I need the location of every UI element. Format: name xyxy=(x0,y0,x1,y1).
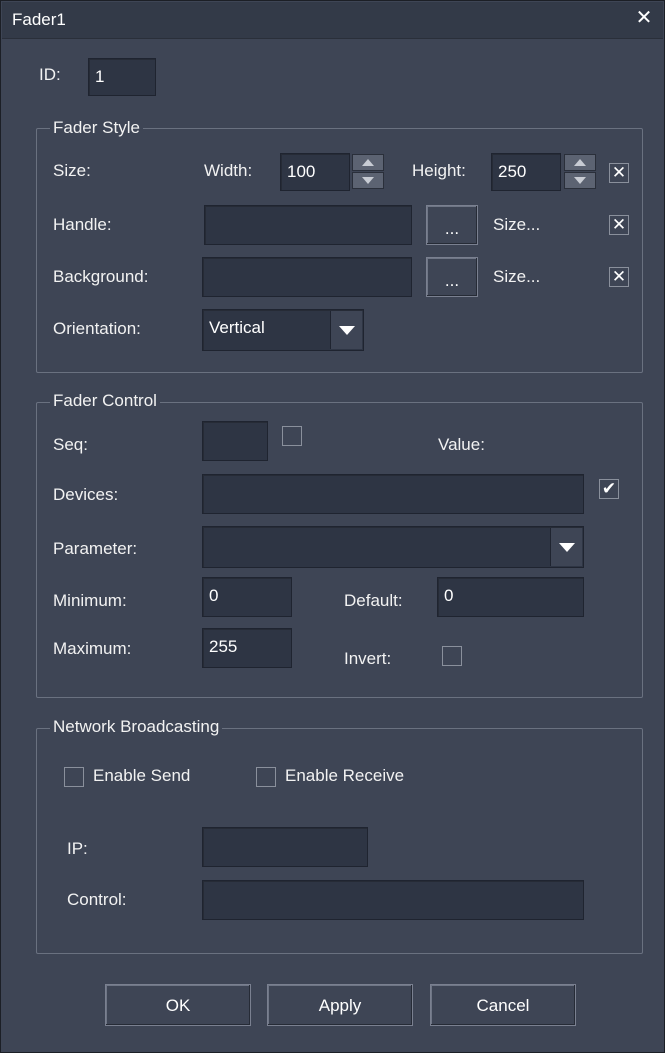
height-spinner[interactable] xyxy=(564,154,596,190)
background-size-link[interactable]: Size... xyxy=(493,267,540,287)
minimum-label: Minimum: xyxy=(53,591,127,610)
apply-button[interactable]: Apply xyxy=(267,984,413,1026)
width-field[interactable]: 100 xyxy=(280,153,350,191)
fader-control-legend: Fader Control xyxy=(50,391,160,411)
control-field[interactable] xyxy=(202,880,584,920)
ok-button[interactable]: OK xyxy=(105,984,251,1026)
handle-browse-button[interactable]: ... xyxy=(426,205,478,245)
background-label: Background: xyxy=(53,267,149,286)
invert-checkbox[interactable] xyxy=(442,646,462,666)
seq-field[interactable] xyxy=(202,421,268,461)
devices-checkbox[interactable]: ✔ xyxy=(599,479,619,499)
devices-label: Devices: xyxy=(53,485,119,504)
chevron-down-icon[interactable] xyxy=(330,311,362,349)
ip-field[interactable] xyxy=(202,827,368,867)
fader-style-legend: Fader Style xyxy=(50,118,143,138)
dialog-window: Fader1 ✕ ID: 1 Fader Style Size: Width: … xyxy=(0,0,665,1053)
enable-send-label[interactable]: Enable Send xyxy=(93,766,190,786)
parameter-select[interactable] xyxy=(202,526,584,568)
spin-up-icon[interactable] xyxy=(564,154,596,171)
handle-checkbox[interactable]: ✕ xyxy=(609,215,629,235)
size-label: Size: xyxy=(53,161,91,180)
handle-size-link[interactable]: Size... xyxy=(493,215,540,235)
network-broadcasting-legend: Network Broadcasting xyxy=(50,717,223,737)
seq-checkbox[interactable] xyxy=(282,426,302,446)
invert-label: Invert: xyxy=(344,649,392,668)
enable-receive-checkbox[interactable] xyxy=(256,767,276,787)
enable-receive-label[interactable]: Enable Receive xyxy=(285,766,404,786)
height-label: Height: xyxy=(412,161,466,180)
default-field[interactable]: 0 xyxy=(437,577,584,617)
size-checkbox[interactable]: ✕ xyxy=(609,163,629,183)
background-checkbox[interactable]: ✕ xyxy=(609,267,629,287)
width-spinner[interactable] xyxy=(352,154,384,190)
spin-up-icon[interactable] xyxy=(352,154,384,171)
spin-down-icon[interactable] xyxy=(564,172,596,189)
chevron-down-icon[interactable] xyxy=(550,528,582,566)
width-label: Width: xyxy=(204,161,253,180)
id-label: ID: xyxy=(39,65,61,84)
seq-label: Seq: xyxy=(53,435,88,454)
devices-field[interactable] xyxy=(202,474,584,514)
enable-send-checkbox[interactable] xyxy=(64,767,84,787)
id-field[interactable]: 1 xyxy=(88,58,156,96)
value-label: Value: xyxy=(438,435,485,454)
height-field[interactable]: 250 xyxy=(491,153,561,191)
parameter-label: Parameter: xyxy=(53,539,138,558)
control-label: Control: xyxy=(67,890,127,909)
spin-down-icon[interactable] xyxy=(352,172,384,189)
minimum-field[interactable]: 0 xyxy=(202,577,292,617)
close-icon[interactable]: ✕ xyxy=(633,7,655,29)
ip-label: IP: xyxy=(67,839,88,858)
orientation-label: Orientation: xyxy=(53,319,141,338)
handle-field[interactable] xyxy=(204,205,412,245)
cancel-button[interactable]: Cancel xyxy=(430,984,576,1026)
default-label: Default: xyxy=(344,591,403,610)
maximum-field[interactable]: 255 xyxy=(202,628,292,668)
maximum-label: Maximum: xyxy=(53,639,132,658)
orientation-value: Vertical xyxy=(209,318,265,337)
background-field[interactable] xyxy=(202,257,412,297)
handle-label: Handle: xyxy=(53,215,112,234)
background-browse-button[interactable]: ... xyxy=(426,257,478,297)
window-title: Fader1 xyxy=(12,10,66,29)
title-bar[interactable]: Fader1 ✕ xyxy=(2,2,663,39)
